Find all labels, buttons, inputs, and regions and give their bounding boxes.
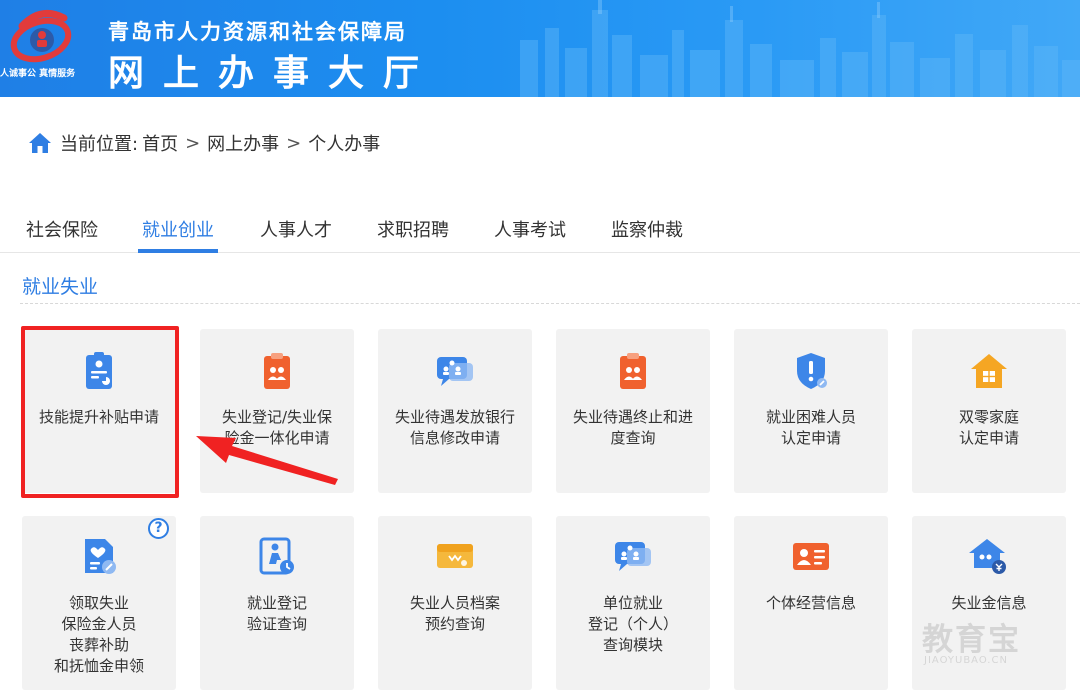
bureau-logo [10, 10, 72, 63]
service-card-zero-employment-family[interactable]: 双零家庭 认定申请 [912, 329, 1066, 493]
service-card-label: 单位就业 登记（个人） 查询模块 [587, 594, 678, 654]
service-card-label: 失业待遇终止和进 度查询 [572, 408, 693, 447]
service-card-unemployment-registration[interactable]: 失业登记/失业保 险金一体化申请 [200, 329, 354, 493]
service-card-self-employment-info[interactable]: 个体经营信息 [734, 516, 888, 690]
breadcrumb-separator: > [286, 132, 302, 154]
service-card-employment-verification[interactable]: 就业登记 验证查询 [200, 516, 354, 690]
service-card-label: 失业金信息 [951, 594, 1027, 612]
house-icon [971, 354, 1007, 388]
clipboard-people-icon [620, 353, 646, 389]
service-card-unit-employment-query[interactable]: 单位就业 登记（个人） 查询模块 [556, 516, 710, 690]
service-card-label: 就业困难人员 认定申请 [765, 408, 856, 447]
service-card-skill-subsidy[interactable]: 技能提升补贴申请 [22, 329, 176, 493]
slogan-text: 人诚事公 真情服务 [0, 69, 76, 79]
watermark-text: 教育宝 [922, 622, 1021, 658]
chat-people-icon [615, 542, 651, 571]
tab-job-recruitment[interactable]: 求职招聘 [377, 216, 449, 253]
service-card-label: 失业人员档案 预约查询 [409, 594, 500, 633]
service-card-funeral-subsidy[interactable]: 领取失业 保险金人员 丧葬补助 和抚恤金申领 [22, 516, 176, 690]
breadcrumb-prefix: 当前位置: [60, 134, 139, 155]
organization-name: 青岛市人力资源和社会保障局 [108, 20, 407, 44]
archive-icon [437, 544, 473, 568]
tab-social-insurance[interactable]: 社会保险 [26, 216, 98, 253]
chat-people-icon [437, 357, 473, 386]
shield-alert-icon [797, 353, 827, 389]
service-card-benefit-termination[interactable]: 失业待遇终止和进 度查询 [556, 329, 710, 493]
breadcrumb-separator: > [185, 132, 201, 154]
person-clock-icon [259, 537, 294, 575]
service-card-label: 技能提升补贴申请 [38, 408, 159, 426]
service-card-label: 就业登记 验证查询 [246, 594, 307, 633]
section-title: 就业失业 [22, 276, 99, 298]
service-card-hardship-certification[interactable]: 就业困难人员 认定申请 [734, 329, 888, 493]
site-header: 人诚事公 真情服务 青岛市人力资源和社会保障局 网上办事大厅 [0, 0, 1080, 97]
service-card-bank-info-change[interactable]: 失业待遇发放银行 信息修改申请 [378, 329, 532, 493]
document-chart-icon [86, 352, 112, 389]
id-card-icon [793, 543, 829, 570]
service-card-label: 失业待遇发放银行 信息修改申请 [394, 408, 515, 447]
site-title: 网上办事大厅 [108, 53, 439, 94]
service-card-archive-appointment[interactable]: 失业人员档案 预约查询 [378, 516, 532, 690]
service-card-label: 失业登记/失业保 险金一体化申请 [221, 408, 333, 447]
home-icon[interactable] [28, 132, 52, 154]
tab-labor-arbitration[interactable]: 监察仲裁 [611, 216, 683, 253]
help-question-icon[interactable]: ? [148, 518, 169, 539]
service-card-label: 个体经营信息 [765, 594, 856, 612]
breadcrumb: 当前位置: 首页 > 网上办事 > 个人办事 [28, 128, 380, 158]
tab-employment[interactable]: 就业创业 [138, 216, 218, 253]
service-card-label: 领取失业 保险金人员 丧葬补助 和抚恤金申领 [53, 594, 144, 675]
breadcrumb-home-link[interactable]: 首页 [142, 130, 178, 156]
clipboard-people-icon [264, 353, 290, 389]
category-tabs: 社会保险 就业创业 人事人才 求职招聘 人事考试 监察仲裁 [0, 210, 1080, 253]
section-divider [20, 303, 1080, 304]
document-heart-icon [85, 539, 116, 574]
watermark: 教育宝 JIAOYUBAO.CN [920, 614, 1070, 674]
breadcrumb-online-service-link[interactable]: 网上办事 [207, 130, 279, 156]
tab-personnel-exam[interactable]: 人事考试 [494, 216, 566, 253]
house-coin-icon [969, 539, 1006, 574]
breadcrumb-current: 个人办事 [308, 134, 381, 155]
watermark-url: JIAOYUBAO.CN [924, 655, 1008, 666]
service-card-label: 双零家庭 认定申请 [958, 408, 1019, 447]
tab-personnel-talent[interactable]: 人事人才 [260, 216, 332, 253]
